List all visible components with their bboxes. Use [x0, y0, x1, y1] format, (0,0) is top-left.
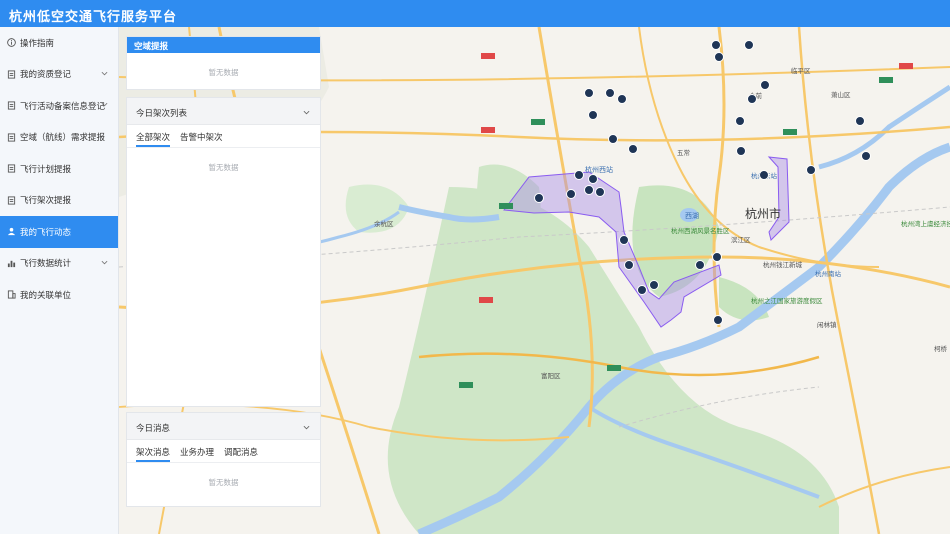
bar-chart-icon: [7, 259, 16, 268]
document-icon: [7, 133, 16, 142]
chevron-down-icon: [101, 260, 108, 264]
drone-marker[interactable]: [624, 260, 634, 270]
tab-business[interactable]: 业务办理: [180, 440, 214, 462]
today-messages-title: 今日消息: [136, 423, 171, 433]
drone-marker[interactable]: [759, 170, 769, 180]
sidebar-item-filing[interactable]: 飞行活动备案信息登记: [0, 90, 118, 122]
map-label-scenic-west-lake: 杭州西湖风景名胜区: [671, 226, 730, 235]
sidebar-item-label: 我的飞行动态: [20, 226, 72, 237]
sidebar-item-statistics[interactable]: 飞行数据统计: [0, 248, 118, 280]
drone-marker[interactable]: [595, 187, 605, 197]
today-sorties-title: 今日架次列表: [136, 108, 188, 118]
sidebar-item-my-flights[interactable]: 我的飞行动态: [0, 216, 118, 248]
drone-marker[interactable]: [861, 151, 871, 161]
drone-marker[interactable]: [760, 80, 770, 90]
sidebar-item-label: 飞行数据统计: [20, 258, 72, 269]
sidebar-item-label: 空域（航线）需求提报: [20, 132, 106, 143]
today-messages-header[interactable]: 今日消息: [127, 413, 320, 440]
sidebar-item-label: 飞行计划提报: [20, 163, 72, 174]
drone-marker[interactable]: [744, 40, 754, 50]
today-sorties-header[interactable]: 今日架次列表: [127, 98, 320, 125]
drone-marker[interactable]: [588, 110, 598, 120]
airspace-empty: 暂无数据: [208, 68, 239, 77]
today-messages-panel: 今日消息 架次消息 业务办理 调配消息 暂无数据: [126, 412, 321, 507]
map-label-scenic-zhijiang: 杭州之江国家旅游度假区: [751, 296, 823, 305]
drone-marker[interactable]: [695, 260, 705, 270]
drone-marker[interactable]: [619, 235, 629, 245]
sidebar-item-label: 操作指南: [20, 37, 55, 48]
sidebar-item-units[interactable]: 我的关联单位: [0, 279, 118, 311]
chevron-down-icon: [101, 71, 108, 75]
document-icon: [7, 70, 16, 79]
drone-marker[interactable]: [713, 315, 723, 325]
drone-marker[interactable]: [855, 116, 865, 126]
tab-dispatch-messages[interactable]: 调配消息: [224, 440, 258, 462]
sidebar-item-airspace[interactable]: 空域（航线）需求提报: [0, 122, 118, 154]
drone-marker[interactable]: [747, 94, 757, 104]
drone-marker[interactable]: [714, 52, 724, 62]
document-icon: [7, 196, 16, 205]
today-sorties-panel: 今日架次列表 全部架次 告警中架次 暂无数据: [126, 97, 321, 407]
map-label-qianjiang: 杭州钱江新城: [763, 260, 803, 269]
drone-marker[interactable]: [617, 94, 627, 104]
tab-alarm-sorties[interactable]: 告警中架次: [180, 125, 223, 147]
tab-sortie-messages[interactable]: 架次消息: [136, 440, 171, 462]
sidebar-item-label: 飞行活动备案信息登记: [20, 100, 106, 111]
airspace-panel-title: 空域提报: [127, 37, 320, 53]
sidebar-item-qualification[interactable]: 我的资质登记: [0, 59, 118, 91]
info-circle-icon: [7, 38, 16, 48]
drone-marker[interactable]: [534, 193, 544, 203]
app-title: 杭州低空交通飞行服务平台: [9, 9, 178, 24]
today-sorties-tabs: 全部架次 告警中架次: [127, 125, 320, 148]
sidebar-item-sortie[interactable]: 飞行架次提报: [0, 185, 118, 217]
users-icon: [7, 227, 16, 236]
drone-marker[interactable]: [712, 252, 722, 262]
building-icon: [7, 290, 16, 299]
map-label-keqiao: 柯桥: [934, 344, 948, 353]
drone-marker[interactable]: [605, 88, 615, 98]
drone-marker[interactable]: [735, 116, 745, 126]
map-label-south-station: 杭州南站: [815, 269, 842, 278]
drone-marker[interactable]: [637, 285, 647, 295]
sidebar-item-label: 我的资质登记: [20, 69, 72, 80]
map-label-binjiang: 滨江区: [731, 235, 751, 244]
chevron-down-icon[interactable]: [303, 109, 310, 116]
document-icon: [7, 101, 16, 110]
map-label-town: 富阳区: [541, 371, 561, 380]
document-icon: [7, 164, 16, 173]
map-label-city: 杭州市: [745, 206, 781, 221]
sidebar-item-guide[interactable]: 操作指南: [0, 27, 118, 59]
sidebar-item-flight-plan[interactable]: 飞行计划提报: [0, 153, 118, 185]
map-label-yuhang: 余杭区: [374, 219, 394, 228]
map-label-wuchang: 五常: [677, 148, 690, 157]
drone-marker[interactable]: [588, 174, 598, 184]
top-bar: 杭州低空交通飞行服务平台: [0, 0, 950, 27]
drone-marker[interactable]: [574, 170, 584, 180]
today-messages-tabs: 架次消息 业务办理 调配消息: [127, 440, 320, 463]
drone-marker[interactable]: [584, 185, 594, 195]
map-label-lake: 西湖: [685, 211, 699, 220]
map-label-xiaoshan: 萧山区: [831, 90, 851, 99]
drone-marker[interactable]: [566, 189, 576, 199]
sidebar-item-label: 我的关联单位: [20, 289, 72, 300]
drone-marker[interactable]: [608, 134, 618, 144]
drone-marker[interactable]: [806, 165, 816, 175]
sidebar: 操作指南 我的资质登记 飞行活动备案信息登记 空域（航线）需求提报 飞行计划提报…: [0, 27, 119, 534]
map-label-linping: 临平区: [791, 66, 811, 75]
drone-marker[interactable]: [628, 144, 638, 154]
tab-all-sorties[interactable]: 全部架次: [136, 125, 171, 147]
map-label-xianghu: 杭州湾上虞经济技术开发区: [901, 219, 950, 228]
drone-marker[interactable]: [736, 146, 746, 156]
chevron-down-icon: [101, 102, 108, 107]
map-label-xianlin: 闲林镇: [817, 320, 837, 329]
map-label-west-station: 杭州西站: [585, 165, 613, 174]
chevron-down-icon[interactable]: [303, 424, 310, 431]
drone-marker[interactable]: [584, 88, 594, 98]
drone-marker[interactable]: [649, 280, 659, 290]
airspace-panel: 空域提报 暂无数据: [126, 36, 321, 90]
today-messages-empty: 暂无数据: [208, 478, 239, 487]
today-sorties-empty: 暂无数据: [208, 163, 239, 172]
sidebar-item-label: 飞行架次提报: [20, 195, 72, 206]
drone-marker[interactable]: [711, 40, 721, 50]
